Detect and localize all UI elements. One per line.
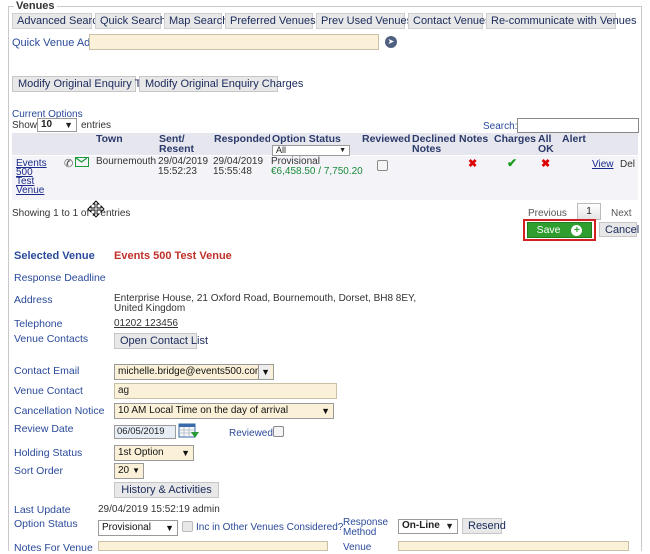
tab-map-search[interactable]: Map Search [164,13,228,29]
table-search-input[interactable] [517,118,639,133]
address-label: Address [14,294,53,306]
address-value: Enterprise House, 21 Oxford Road, Bourne… [114,293,417,314]
save-button[interactable]: Save + [527,222,592,238]
show-entries-select[interactable]: 10 ▼ [37,118,77,132]
venue-contacts-label: Venue Contacts [14,333,89,345]
pagination-page-1[interactable]: 1 [577,203,601,220]
quick-venue-add-input[interactable] [89,34,379,50]
go-icon[interactable]: ➤ [385,36,397,48]
review-date-input[interactable]: 06/05/2019 [114,425,176,439]
all-ok-cross-icon: ✖ [541,158,551,170]
fieldset-border-left [8,6,9,551]
col-alert[interactable]: Alert [560,133,586,155]
search-label: Search: [483,121,518,132]
row-amount: €6,458.50 / 7,750.20 [271,166,363,177]
col-reviewed[interactable]: Reviewed [360,133,410,155]
col-declined-notes[interactable]: Declined Notes [410,133,456,155]
notes-cross-icon: ✖ [468,158,478,170]
fieldset-legend: Venues [14,0,57,12]
charges-tick-icon: ✔ [507,156,518,170]
response-deadline-label: Response Deadline [14,272,106,284]
move-cursor-icon [87,200,105,218]
open-contact-list-button[interactable]: Open Contact List [114,333,208,349]
entries-label: entries [81,120,112,131]
venue-contact-label: Venue Contact [14,385,83,397]
notes-for-venue-label: Notes For Venue [14,542,93,554]
resend-button[interactable]: Resend [462,518,506,534]
option-status-header-label: Option Status [272,133,341,145]
save-label: Save [536,224,561,236]
email-icon[interactable] [75,157,89,167]
col-town[interactable]: Town [94,133,154,155]
fieldset-border-right [641,6,642,551]
telephone-value[interactable]: 01202 123456 [114,318,178,329]
selected-venue-label: Selected Venue [14,250,95,262]
show-label: Show [12,120,38,131]
response-method-label: Response Method [343,517,389,538]
table-info: Showing 1 to 1 of 1 entries [12,208,131,219]
row-venue-link[interactable]: Events 500 Test Venue [16,159,50,196]
pagination-previous[interactable]: Previous [528,208,567,219]
review-date-label: Review Date [14,423,74,435]
contact-email-label: Contact Email [14,365,80,377]
row-sent: 29/04/2019 15:52:23 [158,156,209,177]
row-town: Bournemouth [96,156,157,167]
reviewed-label: Reviewed [229,428,273,439]
inc-other-venues-checkbox[interactable] [182,521,193,532]
tab-preferred-venues[interactable]: Preferred Venues [225,13,316,29]
col-sent[interactable]: Sent/ Resent [157,133,207,155]
cancellation-notice-label: Cancellation Notice [14,405,105,417]
holding-status-label: Holding Status [14,447,83,459]
cancellation-notice-select[interactable]: 10 AM Local Time on the day of arrival ▼ [114,403,334,419]
row-view-link[interactable]: View [592,160,614,170]
response-method-select[interactable]: On-Line ▼ [398,519,458,534]
telephone-label: Telephone [14,318,63,330]
fieldset-border-top [8,6,642,7]
option-status-filter[interactable]: All ▼ [272,145,350,156]
col-all-ok[interactable]: All OK [536,133,556,155]
modify-enquiry-charges-button[interactable]: Modify Original Enquiry Charges [139,76,303,92]
col-charges[interactable]: Charges [492,133,536,155]
tab-quick-search[interactable]: Quick Search [95,13,166,29]
phone-icon[interactable]: ✆ [64,157,73,170]
row-reviewed-checkbox[interactable] [377,160,388,171]
plus-icon: + [571,225,583,236]
last-update-value: 29/04/2019 15:52:19 admin [98,504,220,515]
reviewed-checkbox[interactable] [273,426,284,437]
row-del-link[interactable]: Del [620,160,635,170]
col-notes[interactable]: Notes [457,133,489,155]
venue-notes-input[interactable] [398,541,629,551]
pagination-next[interactable]: Next [611,208,632,219]
last-update-label: Last Update [14,504,71,516]
venue-notes-label: Venue [343,542,372,553]
contact-email-select[interactable]: michelle.bridge@events500.com ▼ [114,364,274,380]
inc-other-venues-label: Inc in Other Venues Considered? [196,522,344,533]
sort-order-label: Sort Order [14,465,64,477]
tab-contact-venues[interactable]: Contact Venues [408,13,491,29]
tab-recommunicate-venues[interactable]: Re-communicate with Venues [486,13,637,29]
modify-enquiry-text-button[interactable]: Modify Original Enquiry Text [12,76,155,92]
tab-prev-used-venues[interactable]: Prev Used Venues [316,13,412,29]
col-responded[interactable]: Responded [212,133,271,155]
notes-for-venue-input[interactable] [98,541,328,551]
selected-venue-name: Events 500 Test Venue [114,250,232,262]
sort-order-select[interactable]: 20 ▼ [114,463,144,479]
holding-status-select[interactable]: 1st Option ▼ [114,445,194,461]
option-status-label: Option Status [14,518,78,530]
quick-venue-add-label: Quick Venue Add: [12,37,100,49]
cancel-button[interactable]: Cancel [599,222,639,237]
history-activities-button[interactable]: History & Activities [114,482,219,498]
tab-advanced-search[interactable]: Advanced Search [12,13,104,29]
venue-contact-input[interactable]: ag [114,383,337,399]
option-status-select[interactable]: Provisional ▼ [98,520,178,536]
calendar-icon[interactable] [178,422,200,440]
row-responded: 29/04/2019 15:55:48 [213,156,264,177]
